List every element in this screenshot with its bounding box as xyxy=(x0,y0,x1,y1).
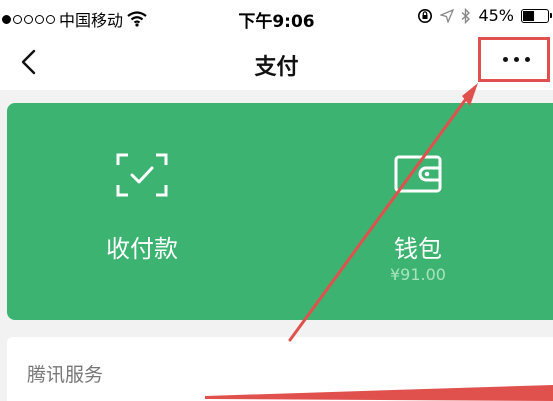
status-right: 45% xyxy=(417,6,552,25)
battery-level-fill xyxy=(523,10,534,21)
more-options-button[interactable] xyxy=(478,37,550,82)
more-icon xyxy=(503,57,530,62)
scan-check-icon xyxy=(116,153,168,197)
collect-pay-label: 收付款 xyxy=(106,235,178,263)
status-bar: 中国移动 下午9:06 45% xyxy=(0,0,553,34)
location-icon xyxy=(440,8,455,23)
wallet-button[interactable]: 钱包 ¥91.00 xyxy=(283,103,553,320)
wallet-label: 钱包 xyxy=(394,235,442,263)
battery-percent: 45% xyxy=(478,6,514,25)
section-title: 腾讯服务 xyxy=(27,364,104,386)
tencent-services-section: 腾讯服务 xyxy=(7,337,553,401)
collect-pay-button[interactable]: 收付款 xyxy=(7,103,277,320)
navigation-bar: 支付 xyxy=(0,34,553,90)
rotation-lock-icon xyxy=(418,8,433,23)
payment-panel: 收付款 钱包 ¥91.00 xyxy=(7,103,553,320)
wallet-balance: ¥91.00 xyxy=(390,265,446,284)
page-title: 支付 xyxy=(254,55,299,80)
battery-icon xyxy=(521,8,552,23)
wallet-icon xyxy=(394,155,442,193)
bluetooth-icon xyxy=(461,7,471,24)
